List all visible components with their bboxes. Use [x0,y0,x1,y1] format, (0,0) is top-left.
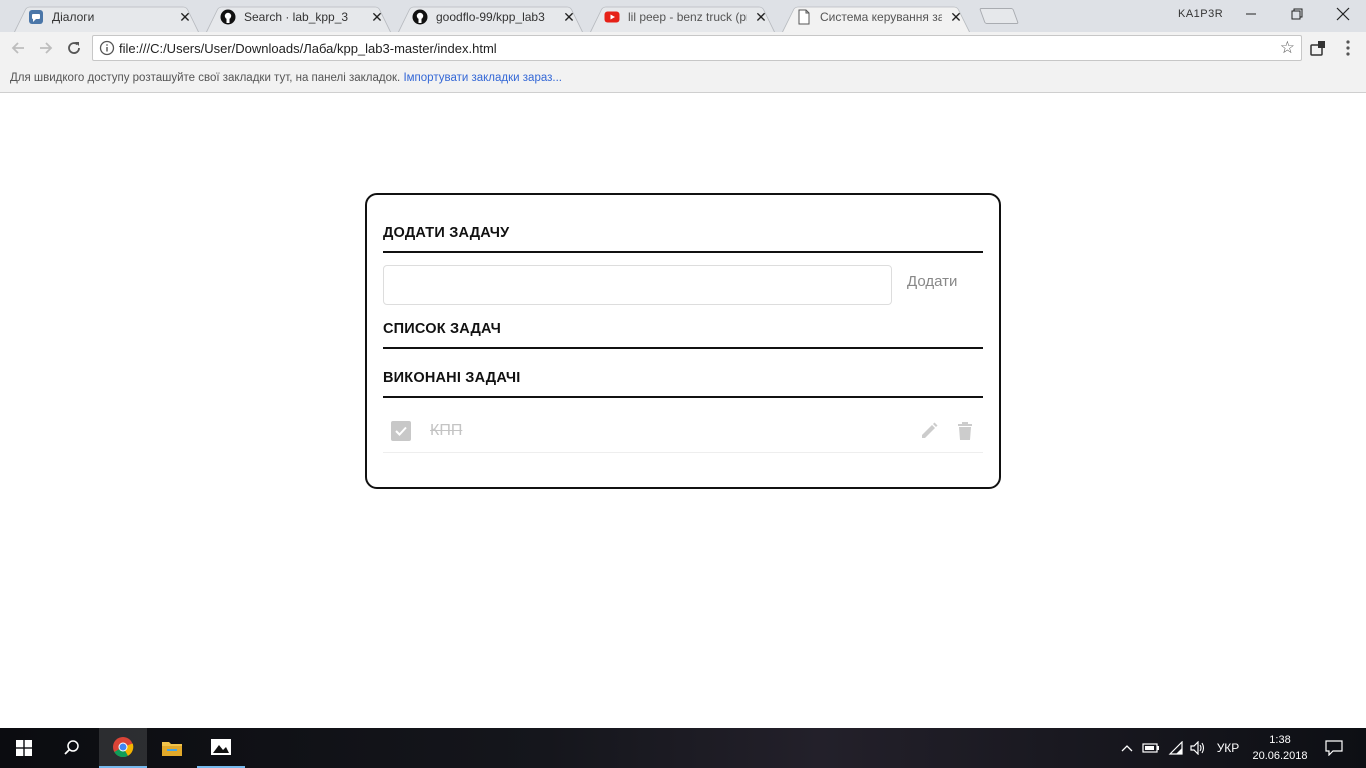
chrome-icon[interactable] [99,728,147,768]
new-tab-button[interactable] [979,8,1019,24]
close-window-icon[interactable] [1320,0,1366,28]
chevron-up-icon[interactable] [1117,728,1137,768]
tab-title: Система керування зада [820,10,942,24]
wifi-icon[interactable] [1165,728,1187,768]
task-checkbox[interactable] [391,421,411,441]
tab-strip: Діалоги ✕ Search · lab_kpp_3 ✕ goodflo-9… [0,0,1366,32]
forward-arrow-icon[interactable] [34,36,58,60]
task-manager-card: ДОДАТИ ЗАДАЧУ Додати СПИСОК ЗАДАЧ ВИКОНА… [365,193,1001,489]
profile-name[interactable]: KA1P3R [1178,8,1223,20]
document-icon [796,9,812,25]
bookmarks-bar: Для швидкого доступу розташуйте свої зак… [0,64,1366,93]
url-text: file:///C:/Users/User/Downloads/Лаба/kpp… [119,41,497,56]
task-label: КПП [430,422,463,439]
new-task-input[interactable] [383,265,892,305]
tab-title: lil peep - benz truck (prod [628,10,747,24]
close-tab-icon[interactable]: ✕ [177,9,193,26]
photos-icon[interactable] [197,728,245,768]
github-icon [412,9,428,25]
volume-icon[interactable] [1187,728,1209,768]
minimize-icon[interactable] [1228,0,1274,28]
tab-github-search[interactable]: Search · lab_kpp_3 ✕ [200,2,397,32]
clock[interactable]: 1:38 20.06.2018 [1246,732,1314,764]
tab-task-manager[interactable]: Система керування зада ✕ [776,2,976,32]
back-arrow-icon[interactable] [6,36,30,60]
clock-time: 1:38 [1269,734,1291,746]
windows-taskbar: УКР 1:38 20.06.2018 [0,728,1366,768]
tab-github-repo[interactable]: goodflo-99/kpp_lab3 ✕ [392,2,589,32]
bookmarks-hint: Для швидкого доступу розташуйте свої зак… [10,72,401,84]
tab-title: Search · lab_kpp_3 [244,10,349,24]
completed-tasks-heading: ВИКОНАНІ ЗАДАЧІ [383,370,983,398]
battery-icon[interactable] [1140,728,1162,768]
tab-title: goodflo-99/kpp_lab3 [436,10,545,24]
add-task-heading: ДОДАТИ ЗАДАЧУ [383,225,983,253]
completed-task-row: КПП [383,409,983,453]
github-icon [220,9,236,25]
browser-toolbar: file:///C:/Users/User/Downloads/Лаба/kpp… [0,32,1366,64]
close-tab-icon[interactable]: ✕ [948,9,964,26]
windows-start-icon[interactable] [0,728,48,768]
search-icon[interactable] [48,728,96,768]
delete-trash-icon[interactable] [954,420,976,442]
language-indicator[interactable]: УКР [1212,728,1244,768]
todo-list-heading: СПИСОК ЗАДАЧ [383,321,983,349]
tab-title: Діалоги [52,10,95,24]
youtube-icon [604,9,620,25]
close-tab-icon[interactable]: ✕ [561,9,577,26]
restore-icon[interactable] [1274,0,1320,28]
reload-icon[interactable] [62,36,86,60]
import-bookmarks-link[interactable]: Імпортувати закладки зараз... [403,72,562,84]
page-content: ДОДАТИ ЗАДАЧУ Додати СПИСОК ЗАДАЧ ВИКОНА… [0,93,1366,728]
tab-youtube[interactable]: lil peep - benz truck (prod ✕ [584,2,781,32]
star-icon[interactable]: ☆ [1280,38,1295,58]
address-bar[interactable]: file:///C:/Users/User/Downloads/Лаба/kpp… [92,35,1302,61]
notifications-icon[interactable] [1318,728,1350,768]
clock-date: 20.06.2018 [1252,750,1308,762]
close-tab-icon[interactable]: ✕ [753,9,769,26]
chat-icon [28,9,44,25]
extension-icon[interactable] [1306,36,1330,60]
info-icon[interactable] [99,40,115,56]
add-task-button[interactable]: Додати [907,273,957,290]
edit-pencil-icon[interactable] [918,420,940,442]
menu-dots-icon[interactable] [1336,36,1360,60]
tab-dialogs[interactable]: Діалоги ✕ [8,2,205,32]
close-tab-icon[interactable]: ✕ [369,9,385,26]
checkmark-icon [395,426,407,436]
file-explorer-icon[interactable] [148,728,196,768]
